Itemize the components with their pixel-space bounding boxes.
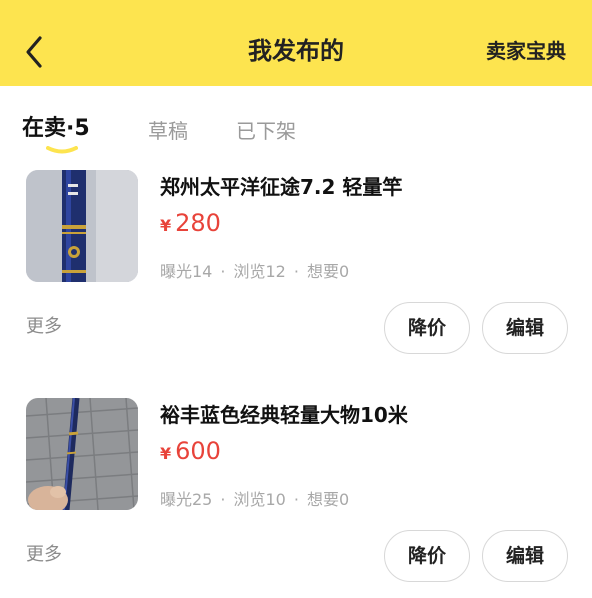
product-title[interactable]: 裕丰蓝色经典轻量大物10米 bbox=[160, 400, 408, 430]
seller-guide-link[interactable]: 卖家宝典 bbox=[486, 36, 566, 66]
stat-separator: · bbox=[220, 262, 226, 281]
product-stats: 曝光25 · 浏览10 · 想要0 bbox=[160, 488, 349, 512]
exposure-count: 曝光25 bbox=[160, 490, 213, 509]
tab-delisted[interactable]: 已下架 bbox=[236, 116, 296, 146]
currency-symbol: ¥ bbox=[160, 444, 172, 463]
want-count: 想要0 bbox=[306, 262, 350, 281]
tab-on-sale-count: ·5 bbox=[66, 116, 90, 141]
top-bar: 我发布的 卖家宝典 bbox=[0, 0, 592, 86]
exposure-count: 曝光14 bbox=[160, 262, 213, 281]
stat-separator: · bbox=[293, 262, 299, 281]
more-button[interactable]: 更多 bbox=[26, 314, 62, 340]
currency-symbol: ¥ bbox=[160, 216, 172, 235]
listing-item[interactable]: 郑州太平洋征途7.2 轻量竿 ¥280 曝光14 · 浏览12 · 想要0 更多 降价 … bbox=[0, 160, 592, 370]
product-price: ¥600 bbox=[160, 434, 221, 471]
product-price: ¥280 bbox=[160, 206, 221, 243]
listing-item[interactable]: 裕丰蓝色经典轻量大物10米 ¥600 曝光25 · 浏览10 · 想要0 更多 降价 编… bbox=[0, 388, 592, 598]
product-image[interactable] bbox=[26, 398, 138, 510]
reduce-price-button[interactable]: 降价 bbox=[384, 530, 470, 582]
tab-bar: 在卖·5 草稿 已下架 bbox=[0, 110, 592, 158]
view-count: 浏览10 bbox=[233, 490, 286, 509]
stat-separator: · bbox=[293, 490, 299, 509]
product-title[interactable]: 郑州太平洋征途7.2 轻量竿 bbox=[160, 172, 402, 202]
product-stats: 曝光14 · 浏览12 · 想要0 bbox=[160, 260, 349, 284]
tab-on-sale[interactable]: 在卖·5 bbox=[22, 114, 90, 144]
active-tab-indicator bbox=[46, 146, 78, 154]
price-value: 280 bbox=[175, 209, 221, 237]
tab-on-sale-label: 在卖 bbox=[22, 116, 67, 141]
view-count: 浏览12 bbox=[233, 262, 286, 281]
edit-button[interactable]: 编辑 bbox=[482, 530, 568, 582]
stat-separator: · bbox=[220, 490, 226, 509]
tab-drafts[interactable]: 草稿 bbox=[148, 116, 188, 146]
product-image[interactable] bbox=[26, 170, 138, 282]
reduce-price-button[interactable]: 降价 bbox=[384, 302, 470, 354]
want-count: 想要0 bbox=[306, 490, 350, 509]
price-value: 600 bbox=[175, 437, 221, 465]
edit-button[interactable]: 编辑 bbox=[482, 302, 568, 354]
more-button[interactable]: 更多 bbox=[26, 542, 62, 568]
